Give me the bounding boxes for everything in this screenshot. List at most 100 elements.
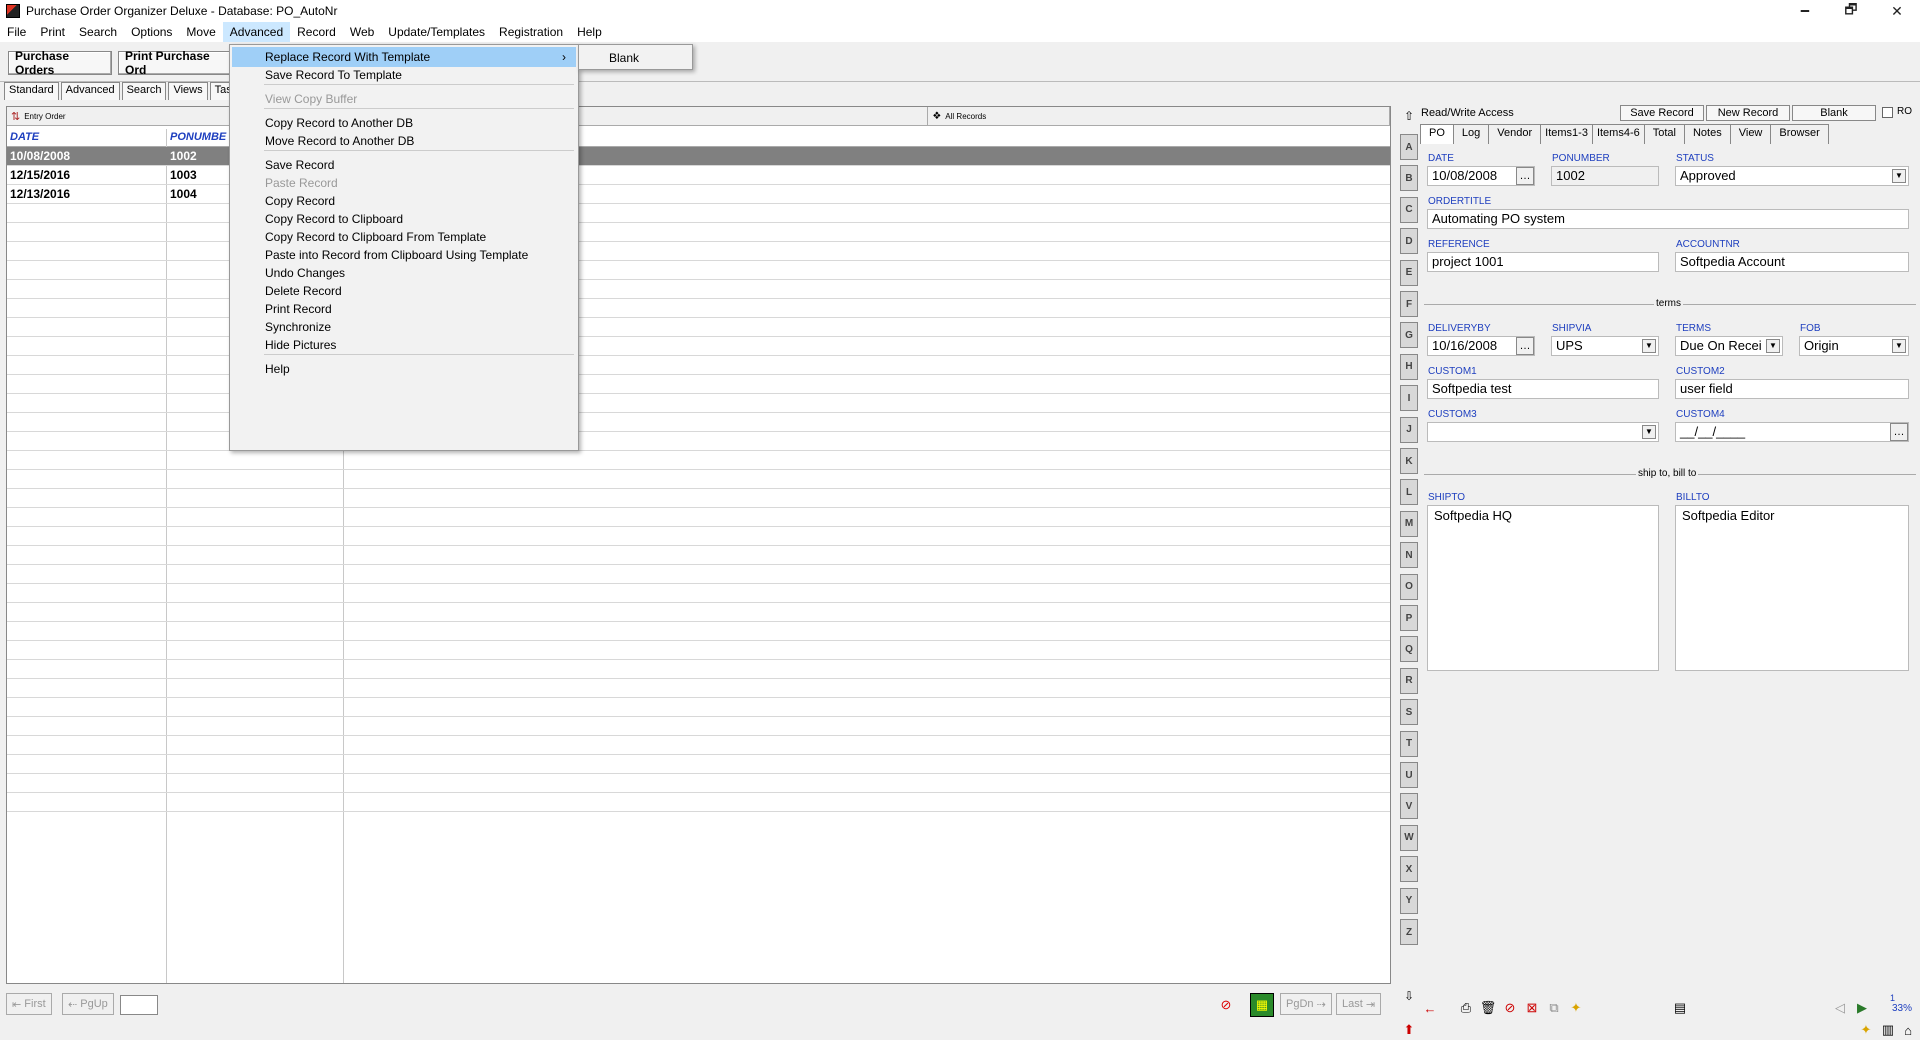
alpha-p[interactable]: P — [1400, 605, 1418, 631]
menu-item-help[interactable]: Help — [232, 359, 576, 379]
table-row[interactable]: 12/15/2016 1003 — [7, 166, 1390, 185]
accountnr-field[interactable]: Softpedia Account — [1675, 252, 1909, 272]
tab-standard[interactable]: Standard — [4, 82, 59, 100]
custom4-field[interactable]: __/__/____ — [1675, 422, 1909, 442]
alpha-i[interactable]: I — [1400, 385, 1418, 412]
alpha-c[interactable]: C — [1400, 196, 1418, 223]
tab-notes[interactable]: Notes — [1683, 124, 1731, 144]
menu-move[interactable]: Move — [179, 22, 222, 42]
menu-web[interactable]: Web — [343, 22, 381, 42]
menu-options[interactable]: Options — [124, 22, 179, 42]
tab-total[interactable]: Total — [1643, 124, 1685, 144]
shipvia-select[interactable]: UPS ▼ — [1551, 336, 1659, 356]
alpha-f[interactable]: F — [1400, 291, 1418, 317]
custom3-select[interactable]: ▼ — [1427, 422, 1659, 442]
ordertitle-field[interactable]: Automating PO system — [1427, 209, 1909, 229]
tab-items1-3[interactable]: Items1-3 — [1540, 124, 1593, 144]
deliveryby-picker-button[interactable]: … — [1516, 337, 1534, 355]
alpha-x[interactable]: X — [1400, 856, 1418, 883]
chevron-down-icon[interactable]: ▼ — [1642, 425, 1656, 439]
restore-button[interactable]: 🗗 — [1828, 0, 1874, 22]
alpha-v[interactable]: V — [1400, 793, 1418, 820]
tab-search[interactable]: Search — [121, 82, 167, 100]
ro-checkbox[interactable] — [1882, 107, 1893, 118]
tab-vendor[interactable]: Vendor — [1488, 124, 1542, 144]
all-records-filter[interactable]: ❖ All Records — [928, 107, 1390, 126]
print-purchase-orders-button[interactable]: Print Purchase Ord — [118, 49, 238, 77]
menu-item-move-record-to-another-db[interactable]: Move Record to Another DB — [232, 131, 576, 151]
custom4-picker-button[interactable]: … — [1890, 423, 1908, 441]
alpha-h[interactable]: H — [1400, 353, 1418, 380]
pgdn-button[interactable]: PgDn ⇢ — [1280, 993, 1332, 1015]
menu-item-synchronize[interactable]: Synchronize — [232, 317, 576, 337]
table-row[interactable]: 12/13/2016 1004 — [7, 185, 1390, 204]
calculator-icon[interactable]: ▦ — [1250, 993, 1274, 1017]
first-button[interactable]: ⇤ First — [6, 993, 52, 1015]
column-date[interactable]: DATE — [10, 131, 39, 143]
alpha-t[interactable]: T — [1400, 730, 1418, 757]
tab-advanced[interactable]: Advanced — [60, 82, 120, 100]
tab-view[interactable]: View — [1729, 124, 1772, 144]
menu-item-copy-record[interactable]: Copy Record — [232, 191, 576, 211]
menu-item-copy-record-to-clipboard[interactable]: Copy Record to Clipboard — [232, 209, 576, 229]
purchase-orders-button[interactable]: Purchase Orders — [8, 49, 112, 77]
menu-record[interactable]: Record — [290, 22, 343, 42]
alpha-a[interactable]: A — [1400, 134, 1418, 160]
chevron-down-icon[interactable]: ▼ — [1766, 339, 1780, 353]
last-button[interactable]: Last ⇥ — [1336, 993, 1382, 1015]
ponumber-field[interactable]: 1002 — [1551, 166, 1659, 186]
new-record-button[interactable]: New Record — [1706, 105, 1790, 121]
scroll-up-icon[interactable]: ⇧ — [1399, 106, 1419, 126]
shipto-textarea[interactable]: Softpedia HQ — [1427, 505, 1659, 671]
custom2-field[interactable]: user field — [1675, 379, 1909, 399]
back-arrow-icon[interactable]: ← — [1420, 998, 1440, 1018]
menu-update-templates[interactable]: Update/Templates — [381, 22, 492, 42]
close-button[interactable]: ✕ — [1874, 0, 1920, 22]
alpha-z[interactable]: Z — [1400, 919, 1418, 945]
alpha-n[interactable]: N — [1400, 542, 1418, 569]
status-select[interactable]: Approved ▼ — [1675, 166, 1909, 186]
alpha-j[interactable]: J — [1400, 416, 1418, 443]
date-picker-button[interactable]: … — [1516, 167, 1534, 185]
menu-file[interactable]: File — [0, 22, 33, 42]
nav-right-icon[interactable]: ▶ — [1852, 998, 1872, 1018]
alpha-g[interactable]: G — [1400, 322, 1418, 349]
submenu-blank[interactable]: Blank — [581, 48, 690, 68]
menu-item-print-record[interactable]: Print Record — [232, 299, 576, 319]
lightbulb-icon[interactable]: ✦ — [1566, 998, 1586, 1018]
alpha-e[interactable]: E — [1400, 259, 1418, 286]
menu-print[interactable]: Print — [33, 22, 72, 42]
menu-item-replace-record-with-template[interactable]: Replace Record With Template › — [232, 47, 576, 67]
chevron-down-icon[interactable]: ▼ — [1642, 339, 1656, 353]
stop-icon[interactable]: ⊘ — [1216, 995, 1236, 1015]
terms-select[interactable]: Due On Recei ▼ — [1675, 336, 1783, 356]
menu-registration[interactable]: Registration — [492, 22, 570, 42]
billto-textarea[interactable]: Softpedia Editor — [1675, 505, 1909, 671]
table-row[interactable]: 10/08/2008 1002 — [7, 147, 1390, 166]
alpha-d[interactable]: D — [1400, 228, 1418, 255]
alpha-s[interactable]: S — [1400, 699, 1418, 726]
tab-items4-6[interactable]: Items4-6 — [1591, 124, 1645, 144]
copy-icon[interactable]: ⧉ — [1544, 998, 1564, 1018]
menu-item-save-record[interactable]: Save Record — [232, 155, 576, 175]
alpha-l[interactable]: L — [1400, 479, 1418, 506]
alpha-q[interactable]: Q — [1400, 636, 1418, 663]
alpha-r[interactable]: R — [1400, 667, 1418, 694]
column-ponumber[interactable]: PONUMBE — [170, 131, 226, 143]
fob-select[interactable]: Origin ▼ — [1799, 336, 1909, 356]
menu-item-undo-changes[interactable]: Undo Changes — [232, 263, 576, 283]
menu-item-hide-pictures[interactable]: Hide Pictures — [232, 335, 576, 355]
trash-icon[interactable]: 🗑 — [1478, 998, 1498, 1018]
reference-field[interactable]: project 1001 — [1427, 252, 1659, 272]
menu-item-delete-record[interactable]: Delete Record — [232, 281, 576, 301]
nav-left-icon[interactable]: ◁ — [1830, 998, 1850, 1018]
blank-button[interactable]: Blank — [1792, 105, 1876, 121]
alpha-u[interactable]: U — [1400, 762, 1418, 788]
menu-item-copy-record-to-another-db[interactable]: Copy Record to Another DB — [232, 113, 576, 133]
menu-help[interactable]: Help — [570, 22, 609, 42]
alpha-y[interactable]: Y — [1400, 887, 1418, 914]
print-icon[interactable]: ⎙ — [1456, 998, 1476, 1018]
menu-item-save-record-to-template[interactable]: Save Record To Template — [232, 65, 576, 85]
menu-advanced[interactable]: Advanced — [222, 22, 291, 42]
alpha-w[interactable]: W — [1400, 824, 1418, 851]
